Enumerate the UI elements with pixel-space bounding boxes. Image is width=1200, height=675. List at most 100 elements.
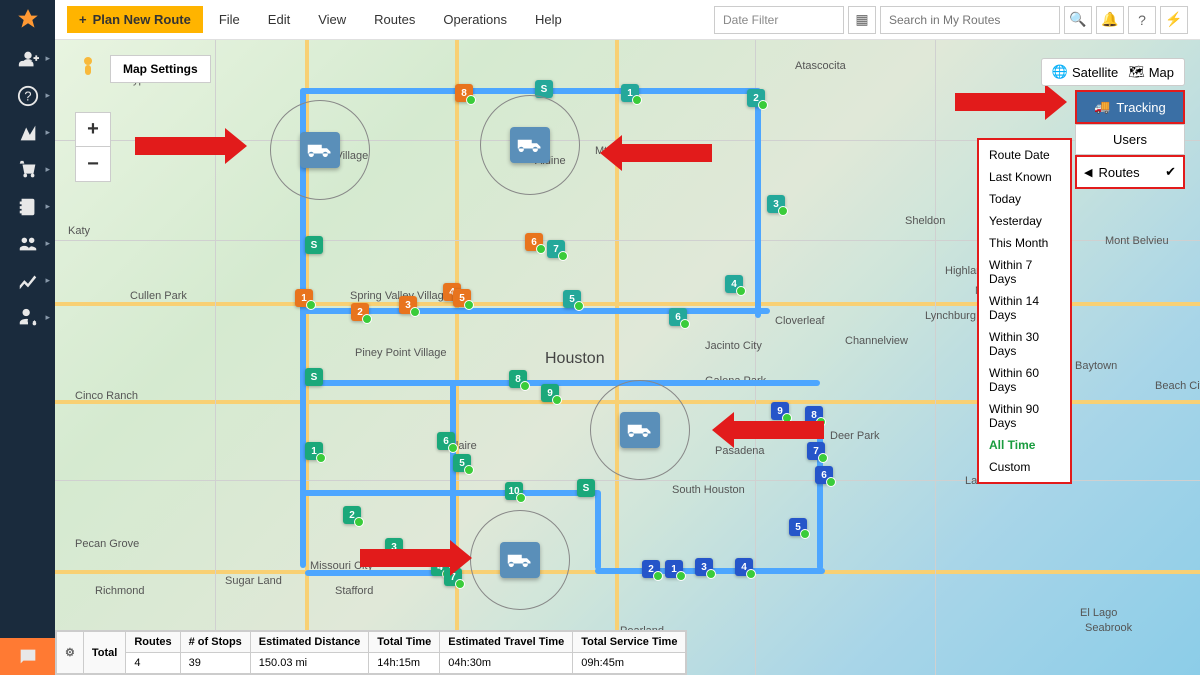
plus-icon: +: [79, 12, 87, 27]
bolt-icon[interactable]: ⚡: [1160, 6, 1188, 34]
calendar-icon[interactable]: ▦: [848, 6, 876, 34]
zoom-out-button[interactable]: −: [76, 147, 110, 181]
sidebar-item-add-user[interactable]: ▸: [0, 40, 55, 77]
stop-marker[interactable]: 2: [351, 303, 369, 321]
truck-icon: 🚚: [1094, 99, 1110, 115]
stop-marker[interactable]: S: [305, 236, 323, 254]
vehicle-marker[interactable]: [590, 380, 690, 480]
menu-routes[interactable]: Routes: [362, 6, 427, 33]
plan-new-route-button[interactable]: +Plan New Route: [67, 6, 203, 33]
sidebar-item-analytics[interactable]: ▸: [0, 262, 55, 299]
stop-marker[interactable]: 2: [747, 89, 765, 107]
menu-edit[interactable]: Edit: [256, 6, 302, 33]
search-icon[interactable]: 🔍: [1064, 6, 1092, 34]
filter-item[interactable]: Today: [979, 188, 1070, 210]
th-stops: # of Stops: [180, 632, 250, 653]
filter-item[interactable]: All Time: [979, 434, 1070, 456]
stop-marker[interactable]: S: [577, 479, 595, 497]
stop-marker[interactable]: 2: [642, 560, 660, 578]
stop-marker[interactable]: 5: [453, 454, 471, 472]
help-icon[interactable]: ?: [1128, 6, 1156, 34]
filter-item[interactable]: Last Known: [979, 166, 1070, 188]
vehicle-marker[interactable]: [270, 100, 370, 200]
city-label: Jacinto City: [705, 340, 762, 352]
menu-operations[interactable]: Operations: [431, 6, 519, 33]
stop-marker[interactable]: 3: [695, 558, 713, 576]
stop-marker[interactable]: 1: [295, 289, 313, 307]
city-label: Richmond: [95, 585, 145, 597]
filter-item[interactable]: Custom: [979, 456, 1070, 478]
stop-marker[interactable]: 8: [455, 84, 473, 102]
city-label: Pecan Grove: [75, 538, 139, 550]
stop-marker[interactable]: 6: [669, 308, 687, 326]
map-option[interactable]: 🗺 Map: [1128, 64, 1174, 80]
stop-marker[interactable]: 6: [815, 466, 833, 484]
stop-marker[interactable]: 4: [725, 275, 743, 293]
sidebar-item-help[interactable]: ?▸: [0, 77, 55, 114]
bell-icon[interactable]: 🔔: [1096, 6, 1124, 34]
check-icon: ✔: [1165, 164, 1176, 180]
stop-marker[interactable]: 1: [305, 442, 323, 460]
filter-item[interactable]: Within 7 Days: [979, 254, 1070, 290]
th-service: Total Service Time: [573, 632, 686, 653]
filter-item[interactable]: This Month: [979, 232, 1070, 254]
filter-item[interactable]: Within 90 Days: [979, 398, 1070, 434]
sidebar-item-chat[interactable]: [0, 638, 55, 675]
stop-marker[interactable]: 3: [767, 195, 785, 213]
th-travel: Estimated Travel Time: [440, 632, 573, 653]
sidebar-item-team[interactable]: ▸: [0, 225, 55, 262]
city-label: Stafford: [335, 585, 373, 597]
stop-marker[interactable]: S: [305, 368, 323, 386]
city-label: Sheldon: [905, 215, 945, 227]
sidebar-item-orders[interactable]: ▸: [0, 151, 55, 188]
map-canvas[interactable]: HoustonPasadenaPearlandSugar LandMissour…: [55, 40, 1200, 675]
gear-icon[interactable]: ⚙: [57, 632, 84, 674]
stop-marker[interactable]: 9: [541, 384, 559, 402]
menu-file[interactable]: File: [207, 6, 252, 33]
stop-marker[interactable]: 1: [665, 560, 683, 578]
truck-icon: [620, 412, 660, 448]
date-filter-input[interactable]: Date Filter: [714, 6, 844, 34]
stop-marker[interactable]: 1: [621, 84, 639, 102]
filter-item[interactable]: Yesterday: [979, 210, 1070, 232]
menu-view[interactable]: View: [306, 6, 358, 33]
map-type-toggle[interactable]: 🌐 Satellite 🗺 Map: [1041, 58, 1185, 86]
pegman-icon[interactable]: [75, 55, 101, 81]
th-total: Total: [83, 632, 125, 674]
map-settings-button[interactable]: Map Settings: [110, 55, 211, 83]
panel-users[interactable]: Users: [1075, 124, 1185, 155]
city-label: Cullen Park: [130, 290, 187, 302]
city-label: Lynchburg: [925, 310, 976, 322]
stop-marker[interactable]: 4: [735, 558, 753, 576]
stop-marker[interactable]: 10: [505, 482, 523, 500]
satellite-option[interactable]: 🌐 Satellite: [1052, 64, 1118, 80]
filter-item[interactable]: Route Date: [979, 144, 1070, 166]
stop-marker[interactable]: 6: [525, 233, 543, 251]
city-label: Cinco Ranch: [75, 390, 138, 402]
menu-help[interactable]: Help: [523, 6, 574, 33]
main: +Plan New Route File Edit View Routes Op…: [55, 0, 1200, 675]
stop-marker[interactable]: 5: [563, 290, 581, 308]
panel-routes[interactable]: ◀Routes✔: [1075, 155, 1185, 189]
stop-marker[interactable]: 2: [343, 506, 361, 524]
vehicle-marker[interactable]: [470, 510, 570, 610]
city-label: Deer Park: [830, 430, 880, 442]
stop-marker[interactable]: 8: [509, 370, 527, 388]
search-input[interactable]: [880, 6, 1060, 34]
stop-marker[interactable]: 3: [399, 296, 417, 314]
filter-item[interactable]: Within 30 Days: [979, 326, 1070, 362]
panel-tracking[interactable]: 🚚Tracking: [1075, 90, 1185, 124]
vehicle-marker[interactable]: [480, 95, 580, 195]
sidebar-item-addressbook[interactable]: ▸: [0, 188, 55, 225]
sidebar-item-routes[interactable]: ▸: [0, 114, 55, 151]
filter-item[interactable]: Within 14 Days: [979, 290, 1070, 326]
stop-marker[interactable]: 6: [437, 432, 455, 450]
zoom-in-button[interactable]: +: [76, 113, 110, 147]
city-label: Channelview: [845, 335, 908, 347]
stop-marker[interactable]: 5: [789, 518, 807, 536]
stop-marker[interactable]: 7: [547, 240, 565, 258]
filter-item[interactable]: Within 60 Days: [979, 362, 1070, 398]
th-distance: Estimated Distance: [250, 632, 368, 653]
stop-marker[interactable]: 5: [453, 289, 471, 307]
sidebar-item-user-settings[interactable]: ▸: [0, 299, 55, 336]
